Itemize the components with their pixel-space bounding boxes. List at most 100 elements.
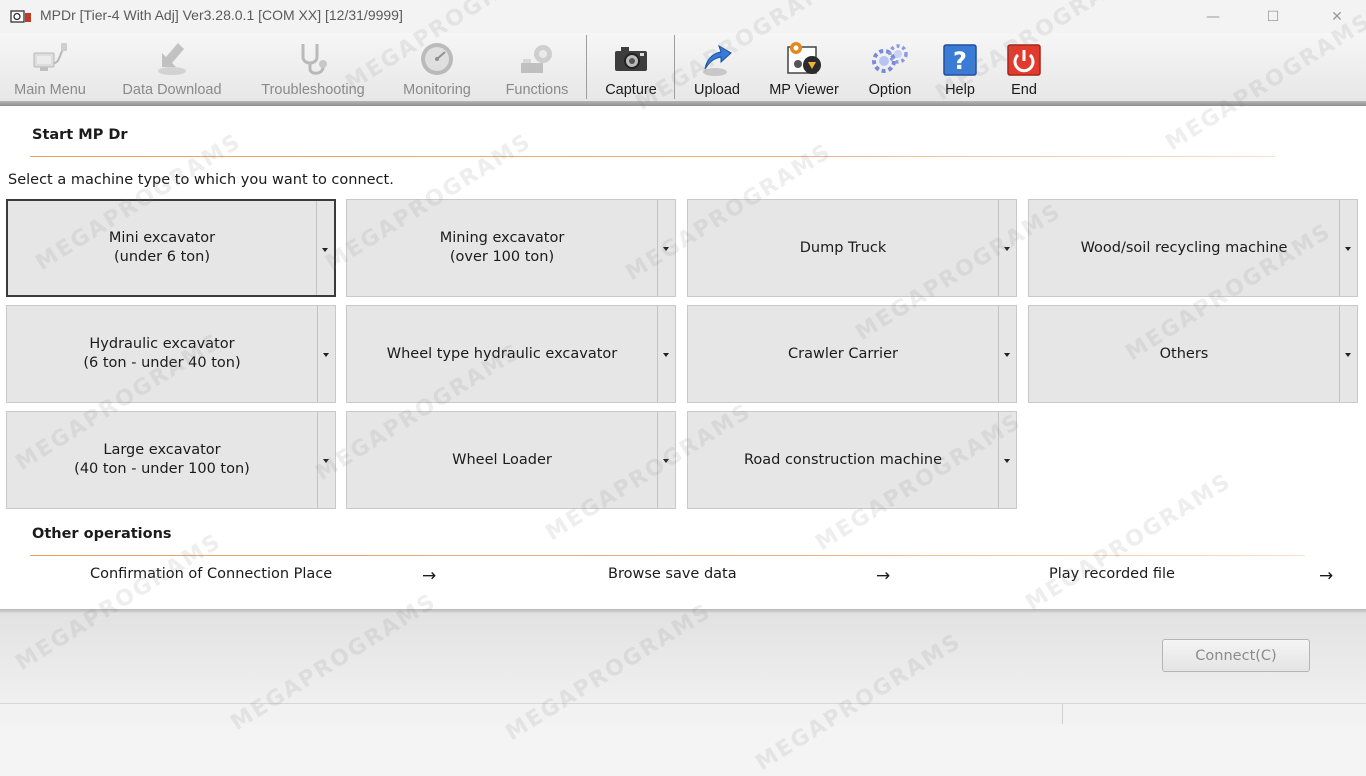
main-menu-label: Main Menu [14, 82, 86, 98]
dropdown-arrow-icon[interactable] [1339, 306, 1357, 402]
tile-label: Wood/soil recycling machine [1029, 200, 1339, 296]
machine-tile-mining-excavator[interactable]: Mining excavator (over 100 ton) [346, 199, 676, 297]
upload-label: Upload [694, 82, 740, 98]
tile-label: Wheel Loader [347, 412, 657, 508]
option-button[interactable]: Option [858, 33, 922, 101]
stethoscope-icon [301, 44, 327, 75]
tile-label: Hydraulic excavator (6 ton - under 40 to… [7, 306, 317, 402]
other-operations-rule [30, 555, 1305, 556]
computer-plug-icon [33, 43, 67, 71]
dropdown-arrow-icon[interactable] [657, 412, 675, 508]
main-toolbar: Main Menu Data Download Troubleshooting … [0, 33, 1366, 101]
tile-line1: Mini excavator [108, 230, 216, 246]
arrow-right-icon[interactable]: → [1319, 566, 1333, 586]
tile-label: Crawler Carrier [688, 306, 998, 402]
dropdown-arrow-icon[interactable] [998, 306, 1016, 402]
main-menu-button[interactable]: Main Menu [4, 33, 96, 101]
monitoring-label: Monitoring [403, 82, 471, 98]
option-label: Option [868, 82, 912, 98]
tools-gear-icon [521, 45, 552, 73]
capture-button[interactable]: Capture [596, 33, 666, 101]
camera-icon [615, 47, 647, 71]
window-title: MPDr [Tier-4 With Adj] Ver3.28.0.1 [COM … [40, 7, 403, 23]
confirmation-connection-link[interactable]: Confirmation of Connection Place [90, 566, 332, 582]
tile-label: Others [1029, 306, 1339, 402]
minimize-button[interactable]: — [1190, 0, 1236, 33]
dropdown-arrow-icon[interactable] [317, 412, 335, 508]
tile-line2: (6 ton - under 40 ton) [83, 355, 241, 371]
mp-viewer-button[interactable]: MP Viewer [760, 33, 848, 101]
minimize-icon: — [1206, 8, 1220, 25]
start-heading: Start MP Dr [32, 127, 128, 143]
gauge-icon [421, 43, 453, 75]
upload-arrow-icon [703, 44, 732, 76]
data-download-button[interactable]: Data Download [112, 33, 232, 101]
dropdown-arrow-icon[interactable] [657, 306, 675, 402]
status-bar [0, 703, 1366, 724]
dropdown-arrow-icon[interactable] [317, 306, 335, 402]
machine-tile-hydraulic-excavator[interactable]: Hydraulic excavator (6 ton - under 40 to… [6, 305, 336, 403]
monitoring-button[interactable]: Monitoring [390, 33, 484, 101]
machine-tile-others[interactable]: Others [1028, 305, 1358, 403]
power-icon [1007, 44, 1041, 76]
tile-label: Dump Truck [688, 200, 998, 296]
close-window-button[interactable]: ✕ [1314, 0, 1360, 33]
troubleshooting-label: Troubleshooting [261, 82, 365, 98]
machine-tile-wheel-loader[interactable]: Wheel Loader [346, 411, 676, 509]
arrow-right-icon[interactable]: → [422, 566, 436, 586]
machine-tile-mini-excavator[interactable]: Mini excavator (under 6 ton) [6, 199, 336, 297]
machine-tile-crawler-carrier[interactable]: Crawler Carrier [687, 305, 1017, 403]
machine-tile-wheel-hydraulic-excavator[interactable]: Wheel type hydraulic excavator [346, 305, 676, 403]
dropdown-arrow-icon[interactable] [1339, 200, 1357, 296]
end-button[interactable]: End [998, 33, 1050, 101]
tile-label: Mining excavator (over 100 ton) [347, 200, 657, 296]
help-icon: ? [943, 44, 977, 76]
option-gears-icon [872, 44, 908, 73]
tile-line1: Dump Truck [799, 239, 887, 256]
maximize-button[interactable]: ☐ [1250, 0, 1296, 33]
tile-line1: Wheel type hydraulic excavator [386, 345, 618, 362]
machine-tile-dump-truck[interactable]: Dump Truck [687, 199, 1017, 297]
maximize-icon: ☐ [1266, 8, 1280, 25]
tile-line1: Wheel Loader [452, 451, 552, 468]
upload-button[interactable]: Upload [684, 33, 750, 101]
other-operations-heading: Other operations [32, 526, 172, 542]
tile-label: Wheel type hydraulic excavator [347, 306, 657, 402]
tile-line1: Mining excavator [439, 230, 565, 246]
toolbar-separator [674, 35, 675, 99]
end-label: End [1011, 82, 1037, 98]
help-button[interactable]: ? Help [934, 33, 986, 101]
download-arrow-icon [158, 43, 186, 75]
dropdown-arrow-icon[interactable] [998, 200, 1016, 296]
arrow-right-icon[interactable]: → [876, 566, 890, 586]
functions-button[interactable]: Functions [496, 33, 578, 101]
viewer-gear-icon [787, 42, 821, 74]
machine-tile-large-excavator[interactable]: Large excavator (40 ton - under 100 ton) [6, 411, 336, 509]
dropdown-arrow-icon[interactable] [316, 201, 334, 295]
functions-label: Functions [505, 82, 569, 98]
machine-tile-road-construction[interactable]: Road construction machine [687, 411, 1017, 509]
help-label: Help [945, 82, 975, 98]
dropdown-arrow-icon[interactable] [657, 200, 675, 296]
title-bar: MPDr [Tier-4 With Adj] Ver3.28.0.1 [COM … [0, 0, 1366, 33]
tile-line1: Large excavator [103, 442, 221, 458]
mp-viewer-label: MP Viewer [769, 82, 839, 98]
connect-button[interactable]: Connect(C) [1162, 639, 1310, 672]
tile-label: Mini excavator (under 6 ton) [8, 201, 316, 295]
machine-tile-wood-soil-recycling[interactable]: Wood/soil recycling machine [1028, 199, 1358, 297]
troubleshooting-button[interactable]: Troubleshooting [248, 33, 378, 101]
close-icon: ✕ [1331, 8, 1343, 25]
start-panel: Start MP Dr Select a machine type to whi… [0, 106, 1366, 609]
start-heading-rule [30, 156, 1275, 157]
dropdown-arrow-icon[interactable] [998, 412, 1016, 508]
tile-line2: (over 100 ton) [449, 249, 555, 265]
browse-save-data-link[interactable]: Browse save data [608, 566, 737, 582]
tile-label: Large excavator (40 ton - under 100 ton) [7, 412, 317, 508]
app-icon [10, 10, 31, 23]
footer-panel: Connect(C) [0, 613, 1366, 703]
tile-line1: Crawler Carrier [788, 345, 898, 362]
play-recorded-file-link[interactable]: Play recorded file [1049, 566, 1175, 582]
capture-label: Capture [605, 82, 657, 98]
toolbar-separator [586, 35, 587, 99]
tile-line1: Road construction machine [743, 451, 943, 468]
